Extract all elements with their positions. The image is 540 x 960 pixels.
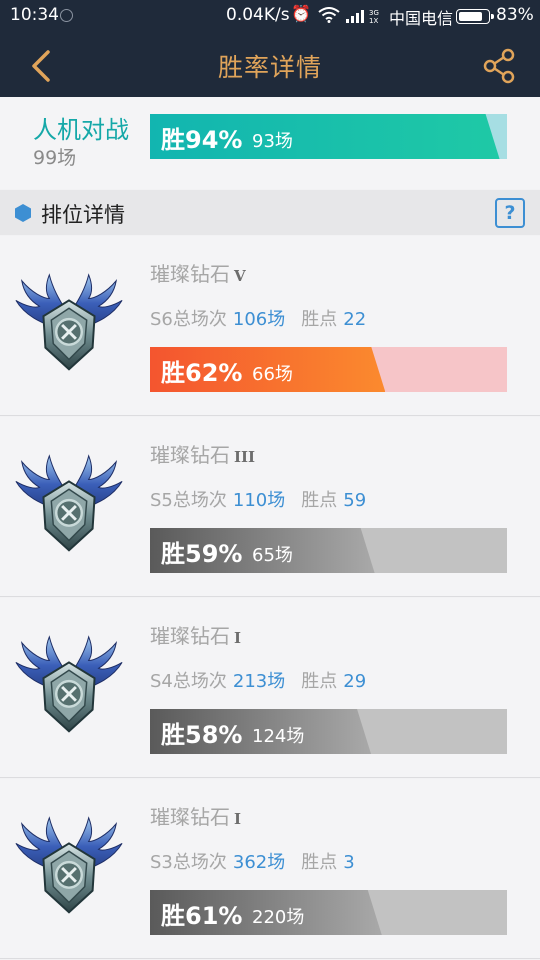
win-count: 65场 [252,545,293,566]
rank-card[interactable]: 璀璨钻石 I S3总场次 362场 胜点 3 胜61% 220场 [0,779,540,959]
rank-tier: V [234,267,246,285]
diamond-rank-badge-icon [10,632,128,742]
signal-icon: 3G 1X [346,9,379,24]
diamond-rank-badge-icon [10,813,128,923]
hexagon-icon [15,204,31,222]
rank-stats: S4总场次 213场 胜点 29 [150,667,366,693]
notification-dot-icon [60,9,73,22]
rank-stats: S5总场次 110场 胜点 59 [150,486,366,512]
status-bar: 10:34 0.04K/s ⏰ 3G 1X 中国电信 83% [0,0,540,32]
win-rate: 胜61% [161,902,243,930]
season-total-label: S6总场次 [150,309,227,330]
pve-total-count: 99场 [33,147,77,169]
alarm-icon: ⏰ [291,4,311,23]
battery-icon [456,9,494,24]
battery-percent: 83% [496,5,534,25]
ranked-winrate-bar: 胜59% 65场 [150,528,507,573]
rank-name: 璀璨钻石 V [150,258,246,287]
pve-winrate-bar: 胜94% 93场 [150,114,507,159]
win-count: 220场 [252,907,305,928]
section-title: 排位详情 [41,203,125,227]
rank-tier: I [234,810,242,828]
diamond-rank-badge-icon [10,270,128,380]
win-count: 124场 [252,726,305,747]
season-total-label: S3总场次 [150,852,227,873]
points-label: 胜点 [301,490,338,511]
rank-tier: III [234,448,256,466]
season-total-value: 362场 [232,852,286,873]
points-value: 59 [343,490,367,511]
rank-title: 璀璨钻石 [150,262,230,286]
rank-card[interactable]: 璀璨钻石 V S6总场次 106场 胜点 22 胜62% 66场 [0,236,540,416]
rank-stats: S6总场次 106场 胜点 22 [150,305,366,331]
svg-text:3G: 3G [369,9,379,17]
svg-text:1X: 1X [369,17,378,24]
rank-name: 璀璨钻石 III [150,439,255,468]
rank-stats: S3总场次 362场 胜点 3 [150,848,355,874]
rank-name: 璀璨钻石 I [150,801,241,830]
ranked-winrate-bar: 胜58% 124场 [150,709,507,754]
wifi-icon [318,7,340,23]
season-total-value: 213场 [232,671,286,692]
points-value: 3 [343,852,355,873]
clock: 10:34 [10,5,59,25]
win-rate: 胜59% [161,540,243,568]
rank-title: 璀璨钻石 [150,805,230,829]
share-icon[interactable] [480,46,520,86]
ranked-winrate-bar: 胜62% 66场 [150,347,507,392]
win-count: 93场 [252,131,293,152]
diamond-rank-badge-icon [10,451,128,561]
app-header: 胜率详情 [0,32,540,97]
rank-card[interactable]: 璀璨钻石 III S5总场次 110场 胜点 59 胜59% 65场 [0,417,540,597]
season-total-label: S4总场次 [150,671,227,692]
win-rate: 胜94% [161,126,243,154]
points-label: 胜点 [301,671,338,692]
win-rate: 胜58% [161,721,243,749]
win-rate: 胜62% [161,359,243,387]
points-label: 胜点 [301,852,338,873]
season-total-label: S5总场次 [150,490,227,511]
carrier-name: 中国电信 [389,9,454,28]
pve-label: 人机对战 [33,116,129,144]
season-total-value: 110场 [232,490,286,511]
points-label: 胜点 [301,309,338,330]
ranked-section-header: 排位详情 ? [0,190,540,235]
win-count: 66场 [252,364,293,385]
season-total-value: 106场 [232,309,286,330]
help-icon[interactable]: ? [495,198,525,228]
page-title: 胜率详情 [217,53,322,82]
rank-tier: I [234,629,242,647]
rank-title: 璀璨钻石 [150,624,230,648]
points-value: 22 [343,309,367,330]
ranked-winrate-bar: 胜61% 220场 [150,890,507,935]
points-value: 29 [343,671,367,692]
network-speed: 0.04K/s [226,5,290,25]
rank-name: 璀璨钻石 I [150,620,241,649]
rank-title: 璀璨钻石 [150,443,230,467]
rank-card[interactable]: 璀璨钻石 I S4总场次 213场 胜点 29 胜58% 124场 [0,598,540,778]
